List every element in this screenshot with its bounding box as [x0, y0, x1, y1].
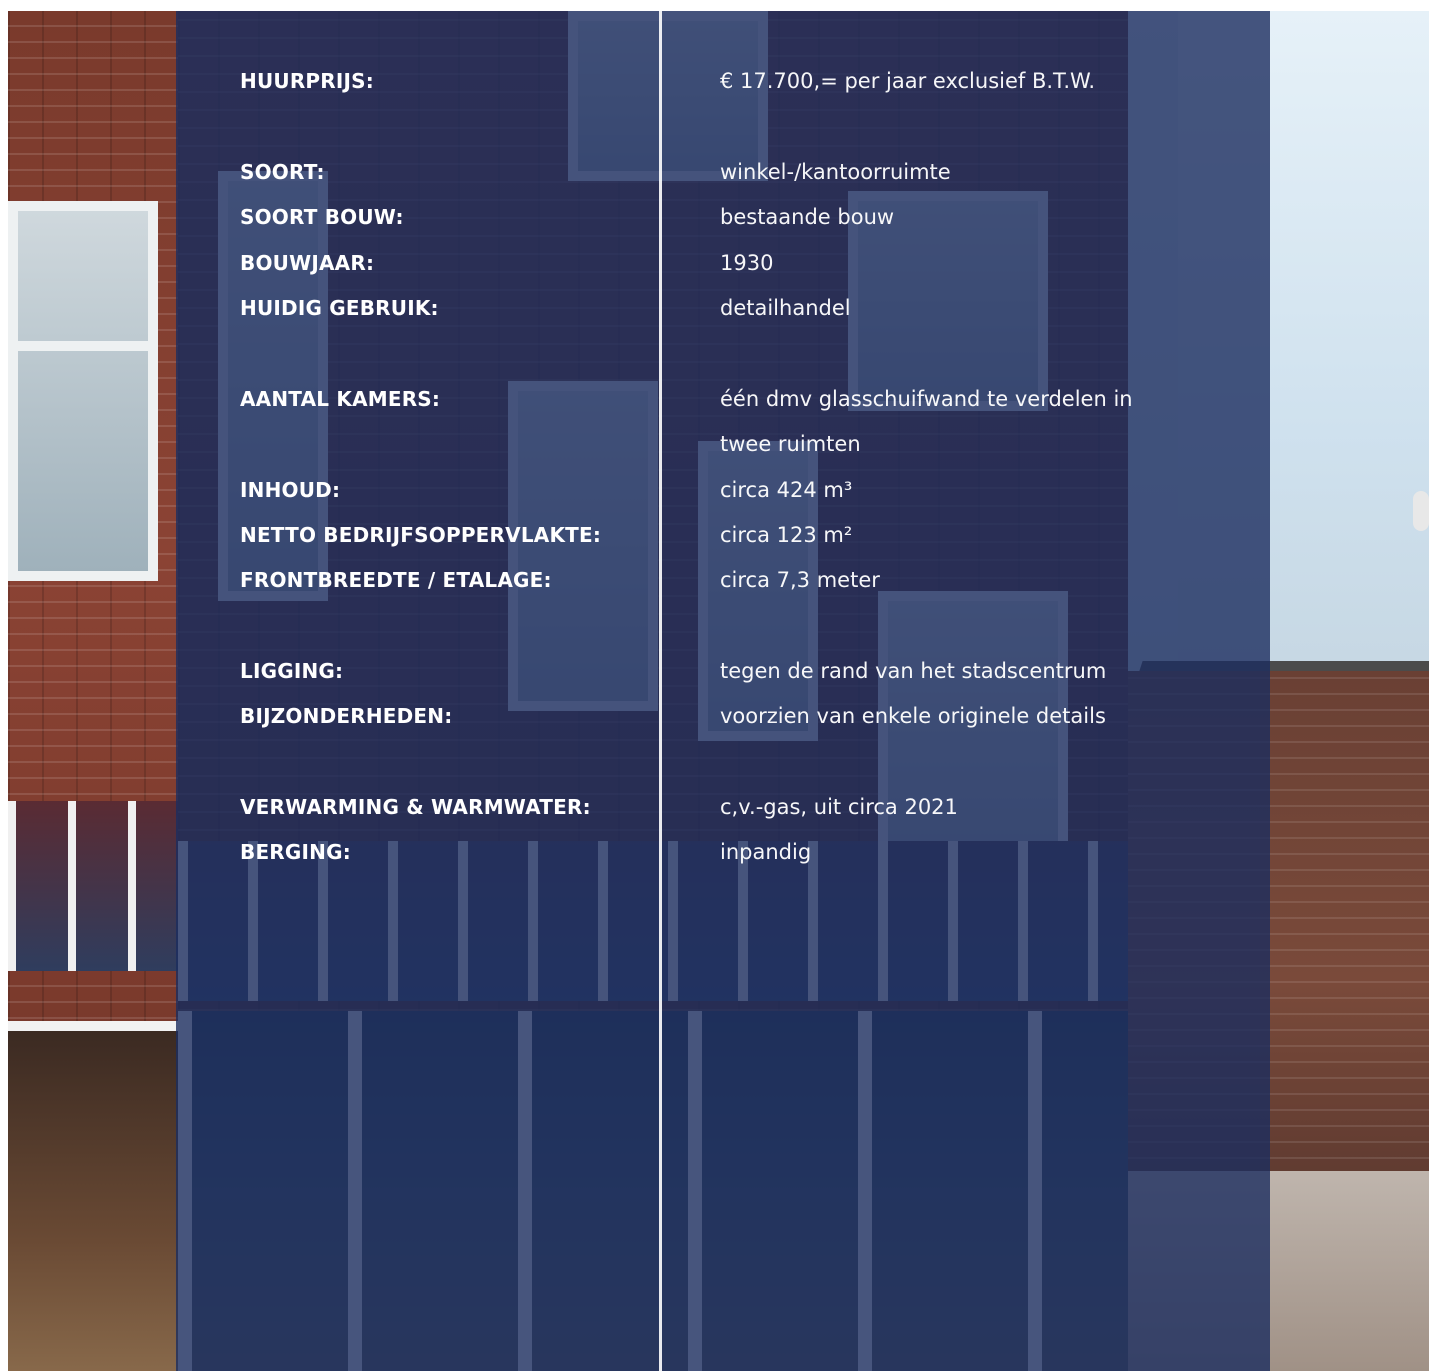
detail-value: tegen de rand van het stadscentrum: [720, 659, 1107, 683]
detail-value: c,v.-gas, uit circa 2021: [720, 795, 958, 819]
detail-row-inhoud: INHOUD: circa 424 m³: [0, 468, 1429, 513]
detail-label: INHOUD:: [240, 478, 341, 502]
detail-row-verwarming: VERWARMING & WARMWATER: c,v.-gas, uit ci…: [0, 785, 1429, 830]
detail-label: SOORT BOUW:: [240, 205, 404, 229]
detail-row-netto: NETTO BEDRIJFSOPPERVLAKTE: circa 123 m²: [0, 513, 1429, 558]
detail-value: circa 7,3 meter: [720, 568, 880, 592]
detail-label: FRONTBREEDTE / ETALAGE:: [240, 568, 552, 592]
detail-value: voorzien van enkele originele details: [720, 704, 1106, 728]
detail-row-soort: SOORT: winkel-/kantoorruimte: [0, 150, 1429, 195]
left-shopfront: [8, 1021, 188, 1371]
detail-value: detailhandel: [720, 296, 851, 320]
detail-row-soort-bouw: SOORT BOUW: bestaande bouw: [0, 195, 1429, 240]
detail-row-huidig-gebruik: HUIDIG GEBRUIK: detailhandel: [0, 286, 1429, 331]
detail-label: BOUWJAAR:: [240, 251, 375, 275]
detail-row-ligging: LIGGING: tegen de rand van het stadscent…: [0, 649, 1429, 694]
detail-value: circa 123 m²: [720, 523, 853, 547]
detail-row-bijzonderheden: BIJZONDERHEDEN: voorzien van enkele orig…: [0, 694, 1429, 739]
detail-row-frontbreedte: FRONTBREEDTE / ETALAGE: circa 7,3 meter: [0, 558, 1429, 603]
detail-label: BIJZONDERHEDEN:: [240, 704, 453, 728]
detail-value: bestaande bouw: [720, 205, 895, 229]
detail-row-huurprijs: HUURPRIJS: € 17.700,= per jaar exclusief…: [0, 59, 1429, 104]
detail-label: AANTAL KAMERS:: [240, 387, 441, 411]
detail-label: VERWARMING & WARMWATER:: [240, 795, 591, 819]
detail-value-line2: twee ruimten: [720, 432, 861, 456]
detail-value: winkel-/kantoorruimte: [720, 160, 951, 184]
detail-label: LIGGING:: [240, 659, 344, 683]
detail-label: SOORT:: [240, 160, 325, 184]
detail-value: één dmv glasschuifwand te verdelen in: [720, 387, 1133, 411]
detail-row-berging: BERGING: inpandig: [0, 830, 1429, 875]
detail-label: NETTO BEDRIJFSOPPERVLAKTE:: [240, 523, 602, 547]
detail-row-aantal-kamers: AANTAL KAMERS: één dmv glasschuifwand te…: [0, 377, 1429, 422]
detail-label: HUURPRIJS:: [240, 69, 374, 93]
detail-value: € 17.700,= per jaar exclusief B.T.W.: [720, 69, 1096, 93]
detail-value: inpandig: [720, 840, 812, 864]
detail-value: circa 424 m³: [720, 478, 853, 502]
detail-label: HUIDIG GEBRUIK:: [240, 296, 439, 320]
detail-row-bouwjaar: BOUWJAAR: 1930: [0, 241, 1429, 286]
detail-value: 1930: [720, 251, 774, 275]
detail-label: BERGING:: [240, 840, 351, 864]
detail-row-aantal-kamers-cont: twee ruimten: [0, 422, 1429, 467]
